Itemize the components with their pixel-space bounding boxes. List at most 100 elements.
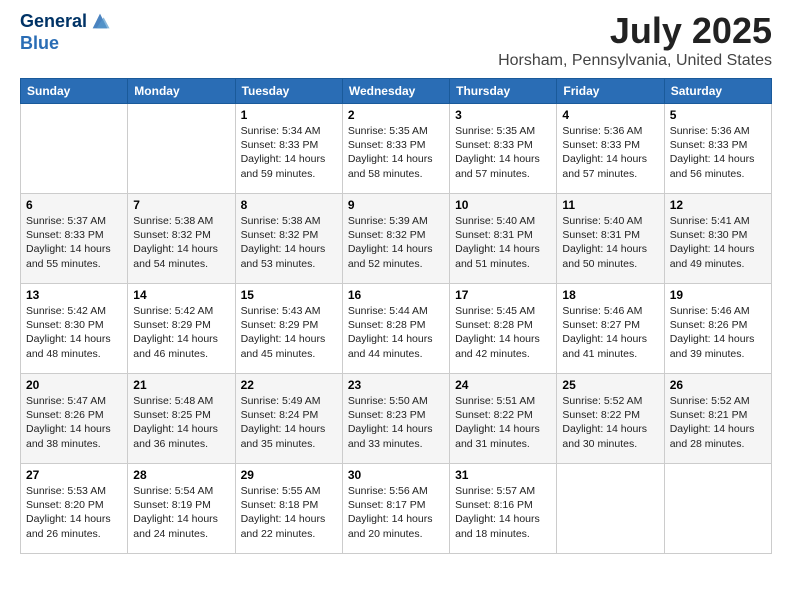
calendar-cell: 21 Sunrise: 5:48 AMSunset: 8:25 PMDayligh… [128,374,235,464]
day-number: 27 [26,468,122,482]
day-number: 5 [670,108,766,122]
day-number: 31 [455,468,551,482]
calendar-cell: 3 Sunrise: 5:35 AMSunset: 8:33 PMDaylight… [450,104,557,194]
day-number: 3 [455,108,551,122]
day-number: 20 [26,378,122,392]
day-info: Sunrise: 5:35 AMSunset: 8:33 PMDaylight:… [455,124,551,181]
day-number: 29 [241,468,337,482]
day-info: Sunrise: 5:46 AMSunset: 8:26 PMDaylight:… [670,304,766,361]
calendar-cell: 28 Sunrise: 5:54 AMSunset: 8:19 PMDayligh… [128,464,235,554]
calendar-cell: 30 Sunrise: 5:56 AMSunset: 8:17 PMDayligh… [342,464,449,554]
day-number: 21 [133,378,229,392]
day-number: 25 [562,378,658,392]
day-info: Sunrise: 5:46 AMSunset: 8:27 PMDaylight:… [562,304,658,361]
day-info: Sunrise: 5:57 AMSunset: 8:16 PMDaylight:… [455,484,551,541]
month-title: July 2025 [498,10,772,52]
day-info: Sunrise: 5:49 AMSunset: 8:24 PMDaylight:… [241,394,337,451]
day-info: Sunrise: 5:39 AMSunset: 8:32 PMDaylight:… [348,214,444,271]
calendar-week-2: 6 Sunrise: 5:37 AMSunset: 8:33 PMDaylight… [21,194,772,284]
logo-text: General [20,12,87,32]
day-number: 23 [348,378,444,392]
day-number: 13 [26,288,122,302]
day-number: 10 [455,198,551,212]
calendar-cell: 1Sunrise: 5:34 AMSunset: 8:33 PMDaylight… [235,104,342,194]
calendar-cell: 6 Sunrise: 5:37 AMSunset: 8:33 PMDaylight… [21,194,128,284]
title-block: July 2025 Horsham, Pennsylvania, United … [498,10,772,70]
calendar-cell: 14 Sunrise: 5:42 AMSunset: 8:29 PMDayligh… [128,284,235,374]
day-number: 12 [670,198,766,212]
day-info: Sunrise: 5:37 AMSunset: 8:33 PMDaylight:… [26,214,122,271]
calendar-cell: 8Sunrise: 5:38 AMSunset: 8:32 PMDaylight… [235,194,342,284]
location: Horsham, Pennsylvania, United States [498,52,772,70]
day-number: 15 [241,288,337,302]
day-info: Sunrise: 5:45 AMSunset: 8:28 PMDaylight:… [455,304,551,361]
day-info: Sunrise: 5:52 AMSunset: 8:21 PMDaylight:… [670,394,766,451]
calendar-cell: 13Sunrise: 5:42 AMSunset: 8:30 PMDayligh… [21,284,128,374]
calendar-body: 1Sunrise: 5:34 AMSunset: 8:33 PMDaylight… [21,104,772,554]
weekday-header-sunday: Sunday [21,79,128,104]
day-info: Sunrise: 5:53 AMSunset: 8:20 PMDaylight:… [26,484,122,541]
header-row: SundayMondayTuesdayWednesdayThursdayFrid… [21,79,772,104]
calendar-cell: 24Sunrise: 5:51 AMSunset: 8:22 PMDayligh… [450,374,557,464]
day-number: 6 [26,198,122,212]
logo-icon [89,10,111,32]
calendar-cell: 15Sunrise: 5:43 AMSunset: 8:29 PMDayligh… [235,284,342,374]
logo-blue: Blue [20,33,59,53]
day-number: 19 [670,288,766,302]
day-number: 11 [562,198,658,212]
day-info: Sunrise: 5:50 AMSunset: 8:23 PMDaylight:… [348,394,444,451]
day-info: Sunrise: 5:36 AMSunset: 8:33 PMDaylight:… [670,124,766,181]
calendar-cell [664,464,771,554]
day-number: 26 [670,378,766,392]
day-number: 16 [348,288,444,302]
calendar-cell: 31 Sunrise: 5:57 AMSunset: 8:16 PMDayligh… [450,464,557,554]
calendar-cell: 17Sunrise: 5:45 AMSunset: 8:28 PMDayligh… [450,284,557,374]
day-info: Sunrise: 5:42 AMSunset: 8:29 PMDaylight:… [133,304,229,361]
day-info: Sunrise: 5:41 AMSunset: 8:30 PMDaylight:… [670,214,766,271]
calendar-cell: 27 Sunrise: 5:53 AMSunset: 8:20 PMDayligh… [21,464,128,554]
day-info: Sunrise: 5:40 AMSunset: 8:31 PMDaylight:… [455,214,551,271]
day-info: Sunrise: 5:55 AMSunset: 8:18 PMDaylight:… [241,484,337,541]
day-info: Sunrise: 5:48 AMSunset: 8:25 PMDaylight:… [133,394,229,451]
weekday-header-tuesday: Tuesday [235,79,342,104]
day-number: 22 [241,378,337,392]
calendar-cell: 12 Sunrise: 5:41 AMSunset: 8:30 PMDayligh… [664,194,771,284]
day-number: 30 [348,468,444,482]
calendar-cell: 10 Sunrise: 5:40 AMSunset: 8:31 PMDayligh… [450,194,557,284]
day-number: 7 [133,198,229,212]
calendar-cell [21,104,128,194]
day-info: Sunrise: 5:52 AMSunset: 8:22 PMDaylight:… [562,394,658,451]
calendar-header: SundayMondayTuesdayWednesdayThursdayFrid… [21,79,772,104]
calendar-cell: 18 Sunrise: 5:46 AMSunset: 8:27 PMDayligh… [557,284,664,374]
calendar-cell: 16 Sunrise: 5:44 AMSunset: 8:28 PMDayligh… [342,284,449,374]
weekday-header-friday: Friday [557,79,664,104]
day-info: Sunrise: 5:35 AMSunset: 8:33 PMDaylight:… [348,124,444,181]
calendar-cell: 5 Sunrise: 5:36 AMSunset: 8:33 PMDaylight… [664,104,771,194]
calendar-cell: 22 Sunrise: 5:49 AMSunset: 8:24 PMDayligh… [235,374,342,464]
day-number: 4 [562,108,658,122]
day-number: 28 [133,468,229,482]
day-number: 14 [133,288,229,302]
weekday-header-thursday: Thursday [450,79,557,104]
calendar-cell: 20Sunrise: 5:47 AMSunset: 8:26 PMDayligh… [21,374,128,464]
calendar-table: SundayMondayTuesdayWednesdayThursdayFrid… [20,78,772,554]
calendar-cell: 9 Sunrise: 5:39 AMSunset: 8:32 PMDaylight… [342,194,449,284]
logo: General Blue [20,10,111,54]
day-number: 9 [348,198,444,212]
calendar-week-5: 27 Sunrise: 5:53 AMSunset: 8:20 PMDayligh… [21,464,772,554]
calendar-week-4: 20Sunrise: 5:47 AMSunset: 8:26 PMDayligh… [21,374,772,464]
calendar-cell: 4Sunrise: 5:36 AMSunset: 8:33 PMDaylight… [557,104,664,194]
calendar-cell: 2 Sunrise: 5:35 AMSunset: 8:33 PMDaylight… [342,104,449,194]
day-info: Sunrise: 5:56 AMSunset: 8:17 PMDaylight:… [348,484,444,541]
calendar-cell: 26 Sunrise: 5:52 AMSunset: 8:21 PMDayligh… [664,374,771,464]
day-number: 8 [241,198,337,212]
day-info: Sunrise: 5:54 AMSunset: 8:19 PMDaylight:… [133,484,229,541]
calendar-cell [128,104,235,194]
calendar-week-1: 1Sunrise: 5:34 AMSunset: 8:33 PMDaylight… [21,104,772,194]
day-info: Sunrise: 5:34 AMSunset: 8:33 PMDaylight:… [241,124,337,181]
day-number: 2 [348,108,444,122]
day-info: Sunrise: 5:44 AMSunset: 8:28 PMDaylight:… [348,304,444,361]
day-number: 18 [562,288,658,302]
day-info: Sunrise: 5:38 AMSunset: 8:32 PMDaylight:… [133,214,229,271]
calendar-cell: 11Sunrise: 5:40 AMSunset: 8:31 PMDayligh… [557,194,664,284]
